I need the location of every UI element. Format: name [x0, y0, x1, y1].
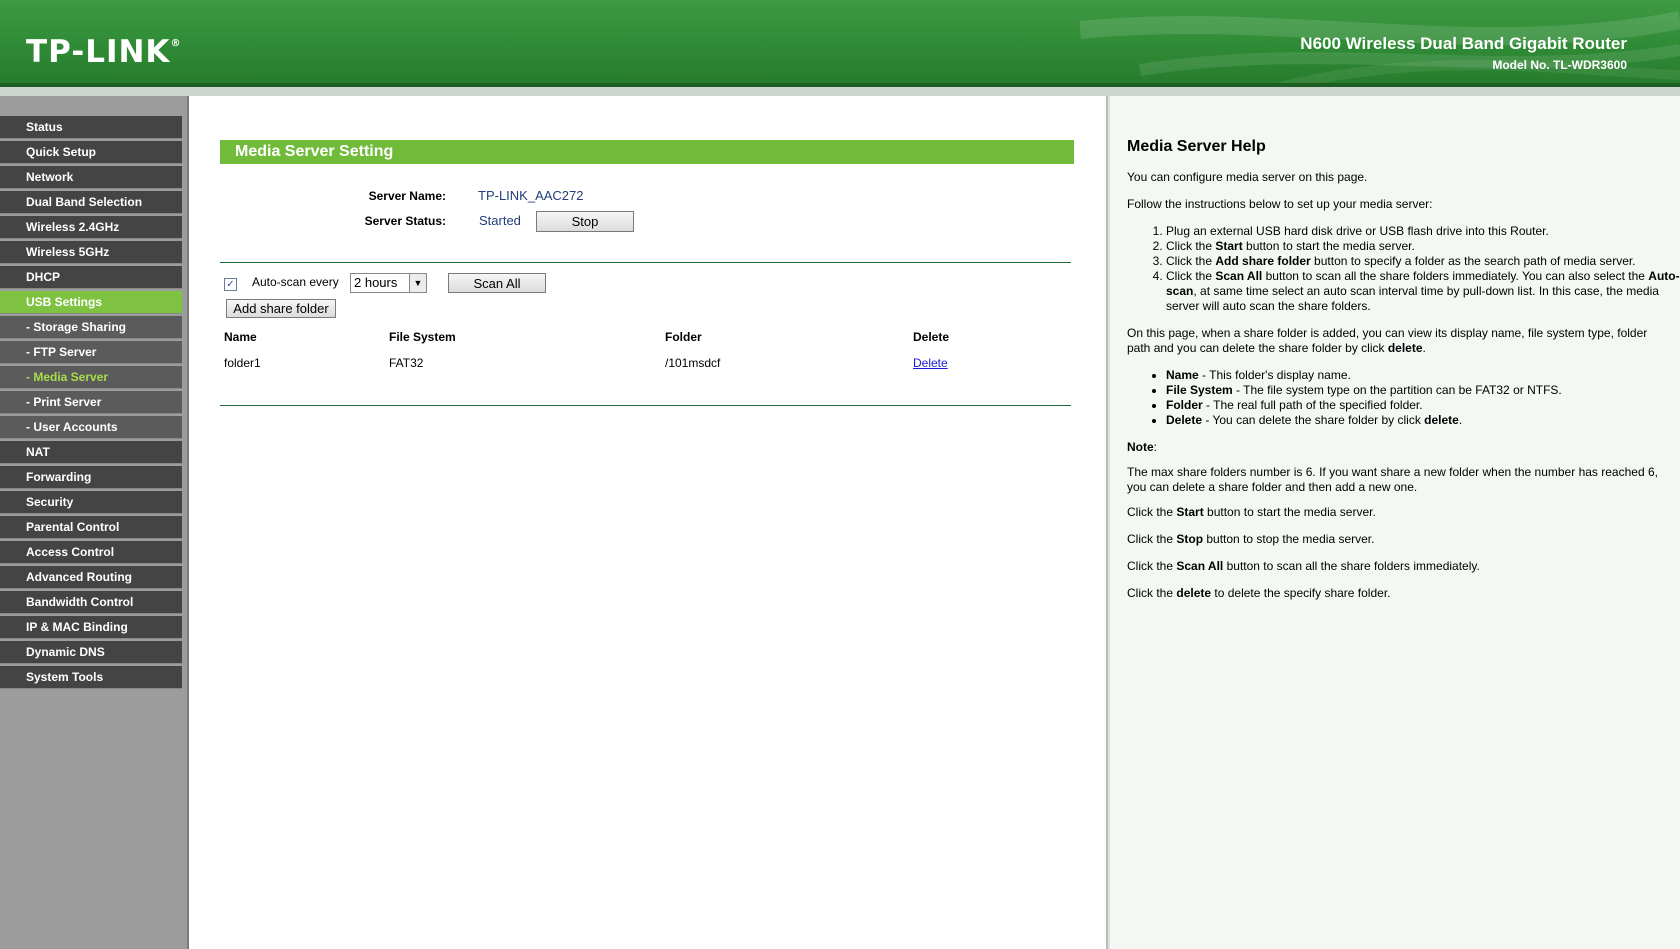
sidebar-item-access-control[interactable]: Access Control	[0, 541, 182, 564]
sidebar: Status Quick Setup Network Dual Band Sel…	[0, 96, 189, 949]
sidebar-item-network[interactable]: Network	[0, 166, 182, 189]
sidebar-item-system-tools[interactable]: System Tools	[0, 666, 182, 689]
divider-bottom	[220, 405, 1071, 406]
help-delete: Click the delete to delete the specify s…	[1127, 586, 1391, 600]
sidebar-item-status[interactable]: Status	[0, 116, 182, 139]
header-banner: TP-LINK® N600 Wireless Dual Band Gigabit…	[0, 0, 1680, 87]
sidebar-item-nat[interactable]: NAT	[0, 441, 182, 464]
sidebar-item-ftp-server[interactable]: - FTP Server	[0, 341, 182, 364]
tp-link-logo: TP-LINK®	[26, 34, 182, 70]
sidebar-item-storage-sharing[interactable]: - Storage Sharing	[0, 316, 182, 339]
page-title: Media Server Setting	[220, 140, 1074, 164]
product-title: N600 Wireless Dual Band Gigabit Router	[1300, 34, 1627, 53]
sidebar-item-wireless-5ghz[interactable]: Wireless 5GHz	[0, 241, 182, 264]
help-max-note: The max share folders number is 6. If yo…	[1127, 465, 1658, 494]
autoscan-interval-select[interactable]: 2 hours ▼	[350, 273, 427, 293]
sidebar-item-dual-band-selection[interactable]: Dual Band Selection	[0, 191, 182, 214]
help-step: Click the Start button to start the medi…	[1166, 239, 1680, 254]
autoscan-label: Auto-scan every	[252, 275, 339, 289]
sidebar-menu: Status Quick Setup Network Dual Band Sel…	[0, 116, 187, 689]
sidebar-item-parental-control[interactable]: Parental Control	[0, 516, 182, 539]
help-scan: Click the Scan All button to scan all th…	[1127, 559, 1480, 573]
autoscan-checkbox[interactable]: ✓	[224, 278, 237, 291]
sidebar-item-usb-settings[interactable]: USB Settings	[0, 291, 182, 314]
help-bullet: Folder - The real full path of the speci…	[1166, 398, 1680, 413]
sidebar-item-print-server[interactable]: - Print Server	[0, 391, 182, 414]
sidebar-item-security[interactable]: Security	[0, 491, 182, 514]
server-name-label: Server Name:	[368, 189, 446, 203]
server-status-value: Started	[479, 213, 521, 228]
sidebar-item-advanced-routing[interactable]: Advanced Routing	[0, 566, 182, 589]
help-page-desc: On this page, when a share folder is add…	[1127, 326, 1648, 355]
main-panel: Media Server Setting Server Name: TP-LIN…	[189, 96, 1108, 949]
divider-top	[220, 262, 1071, 263]
model-number: Model No. TL-WDR3600	[1492, 58, 1627, 72]
sidebar-item-wireless-24ghz[interactable]: Wireless 2.4GHz	[0, 216, 182, 239]
help-step: Click the Scan All button to scan all th…	[1166, 269, 1680, 314]
help-bullet: Delete - You can delete the share folder…	[1166, 413, 1680, 428]
help-stop: Click the Stop button to stop the media …	[1127, 532, 1375, 546]
sidebar-item-quick-setup[interactable]: Quick Setup	[0, 141, 182, 164]
scan-all-button[interactable]: Scan All	[448, 273, 546, 293]
sidebar-item-dhcp[interactable]: DHCP	[0, 266, 182, 289]
cell-name: folder1	[224, 356, 261, 370]
cell-folder: /101msdcf	[665, 356, 721, 370]
server-name-value: TP-LINK_AAC272	[478, 188, 584, 203]
col-header-folder: Folder	[665, 330, 702, 344]
help-panel: Media Server Help You can configure medi…	[1108, 96, 1680, 949]
help-intro: You can configure media server on this p…	[1127, 170, 1368, 184]
sidebar-item-dynamic-dns[interactable]: Dynamic DNS	[0, 641, 182, 664]
help-start: Click the Start button to start the medi…	[1127, 505, 1376, 519]
dropdown-arrow-icon[interactable]: ▼	[409, 274, 426, 292]
autoscan-interval-value: 2 hours	[354, 275, 398, 290]
help-bullet: File System - The file system type on th…	[1166, 383, 1680, 398]
help-bullets: Name - This folder's display name. File …	[1146, 368, 1680, 428]
add-share-folder-button[interactable]: Add share folder	[226, 299, 336, 318]
col-header-file-system: File System	[389, 330, 456, 344]
sidebar-item-media-server[interactable]: - Media Server	[0, 366, 182, 389]
help-note-label: Note:	[1127, 440, 1158, 454]
sidebar-item-bandwidth-control[interactable]: Bandwidth Control	[0, 591, 182, 614]
help-steps: Plug an external USB hard disk drive or …	[1146, 224, 1680, 314]
cell-file-system: FAT32	[389, 356, 424, 370]
sidebar-item-ip-mac-binding[interactable]: IP & MAC Binding	[0, 616, 182, 639]
sidebar-item-forwarding[interactable]: Forwarding	[0, 466, 182, 489]
help-follow: Follow the instructions below to set up …	[1127, 197, 1433, 211]
server-status-label: Server Status:	[364, 214, 446, 228]
header-divider	[0, 87, 1680, 96]
stop-button[interactable]: Stop	[536, 211, 634, 232]
help-step: Click the Add share folder button to spe…	[1166, 254, 1680, 269]
sidebar-item-user-accounts[interactable]: - User Accounts	[0, 416, 182, 439]
help-step: Plug an external USB hard disk drive or …	[1166, 224, 1680, 239]
delete-link[interactable]: Delete	[913, 356, 948, 370]
help-bullet: Name - This folder's display name.	[1166, 368, 1680, 383]
col-header-delete: Delete	[913, 330, 950, 344]
col-header-name: Name	[224, 330, 257, 344]
help-title: Media Server Help	[1127, 138, 1266, 155]
